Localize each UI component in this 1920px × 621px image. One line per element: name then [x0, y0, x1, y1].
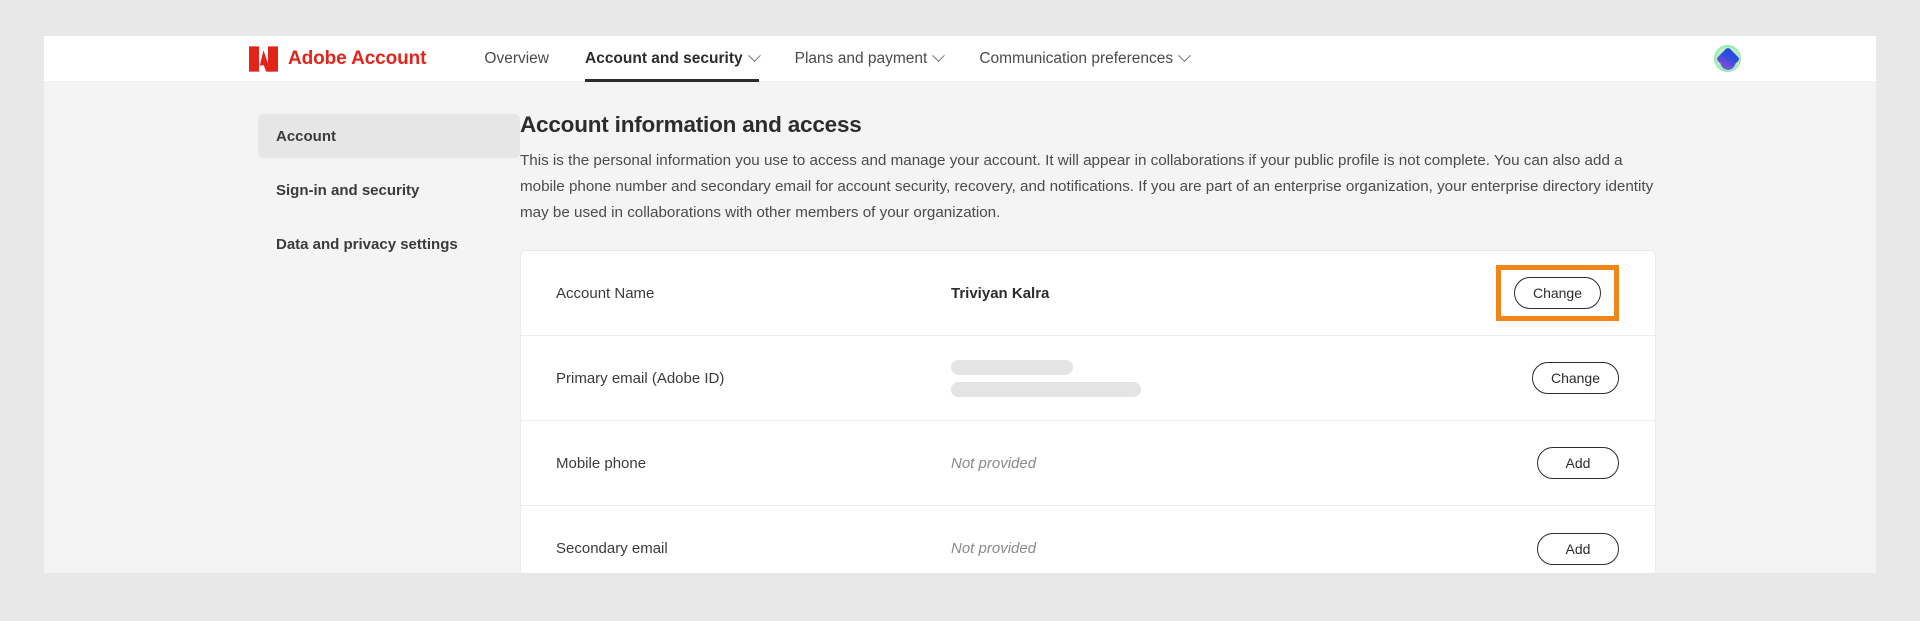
change-primary-email-button[interactable]: Change: [1531, 362, 1619, 394]
focus-highlight-box: Change: [1495, 265, 1619, 321]
nav-item-plans-and-payment[interactable]: Plans and payment: [777, 36, 962, 82]
nav-item-overview[interactable]: Overview: [466, 36, 567, 82]
brand-logo-link[interactable]: Adobe Account: [249, 45, 427, 72]
sidebar-item-sign-in-and-security[interactable]: Sign-in and security: [258, 168, 520, 212]
sidebar-item-data-and-privacy-settings[interactable]: Data and privacy settings: [258, 222, 520, 266]
main-column: Account information and access This is t…: [520, 112, 1876, 573]
row-label-account-name: Account Name: [556, 284, 655, 302]
primary-nav: Overview Account and security Plans and …: [466, 36, 1207, 82]
row-action-secondary-email: Add: [1459, 532, 1619, 565]
page-title: Account information and access: [520, 112, 862, 137]
brand-text: Adobe Account: [288, 47, 427, 69]
nav-item-overview-label: Overview: [484, 49, 549, 67]
redacted-bar: [951, 381, 1141, 397]
row-action-primary-email: Change: [1459, 362, 1619, 394]
chevron-down-icon: [932, 49, 946, 63]
nav-item-communication-preferences-label: Communication preferences: [979, 49, 1174, 67]
table-row: Mobile phone Not provided Add: [521, 421, 1655, 506]
table-row: Secondary email Not provided Add: [521, 506, 1655, 573]
nav-right-area: [1714, 45, 1741, 72]
row-label-mobile-phone: Mobile phone: [556, 454, 647, 472]
adobe-logo-icon: [249, 45, 278, 72]
redacted-bar: [951, 359, 1073, 375]
nav-item-account-and-security-label: Account and security: [585, 49, 743, 67]
nav-item-communication-preferences[interactable]: Communication preferences: [961, 36, 1207, 82]
table-row: Primary email (Adobe ID) Change: [521, 336, 1655, 421]
row-value-primary-email: [951, 359, 1459, 397]
row-action-mobile-phone: Add: [1459, 447, 1619, 479]
nav-item-account-and-security[interactable]: Account and security: [567, 36, 777, 82]
account-information-card: Account Name Triviyan Kalra Change Prima…: [520, 250, 1656, 573]
sidebar-item-sign-in-and-security-label: Sign-in and security: [276, 181, 420, 199]
row-value-mobile-phone: Not provided: [951, 454, 1037, 472]
row-action-account-name: Change: [1459, 265, 1619, 321]
add-mobile-phone-button[interactable]: Add: [1537, 447, 1619, 479]
chevron-down-icon: [1178, 49, 1192, 63]
sidebar-navigation: Account Sign-in and security Data and pr…: [258, 112, 520, 573]
page-description: This is the personal information you use…: [520, 152, 1654, 221]
page-root: Adobe Account Overview Account and secur…: [0, 0, 1920, 621]
redacted-value-group: [951, 359, 1459, 397]
sidebar-item-account-label: Account: [276, 127, 336, 145]
content-area: Account Sign-in and security Data and pr…: [44, 82, 1876, 573]
change-account-name-button[interactable]: Change: [1513, 277, 1601, 309]
row-value-secondary-email: Not provided: [951, 540, 1037, 557]
top-navigation-bar: Adobe Account Overview Account and secur…: [44, 36, 1876, 82]
nav-item-plans-and-payment-label: Plans and payment: [794, 49, 928, 67]
add-secondary-email-button[interactable]: Add: [1537, 532, 1619, 565]
row-label-primary-email: Primary email (Adobe ID): [556, 369, 725, 387]
sidebar-item-data-and-privacy-settings-label: Data and privacy settings: [276, 235, 458, 253]
avatar-inner-shape: [1715, 46, 1740, 71]
chevron-down-icon: [747, 49, 761, 63]
table-row: Account Name Triviyan Kalra Change: [521, 251, 1655, 336]
browser-viewport: Adobe Account Overview Account and secur…: [44, 36, 1876, 573]
user-avatar-icon[interactable]: [1714, 45, 1741, 72]
row-value-account-name: Triviyan Kalra: [951, 284, 1050, 302]
row-label-secondary-email: Secondary email: [556, 540, 668, 557]
sidebar-item-account[interactable]: Account: [258, 114, 520, 158]
